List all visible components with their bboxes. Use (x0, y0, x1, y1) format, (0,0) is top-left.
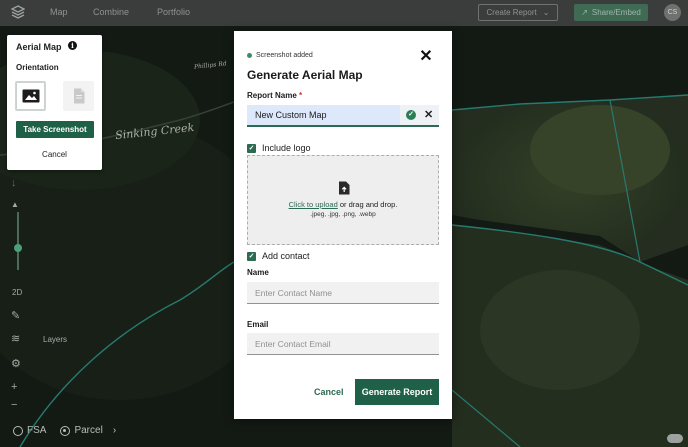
toggle-2d-button[interactable]: 2D (12, 288, 22, 297)
orientation-landscape-button[interactable] (15, 81, 46, 111)
dialog-title: Generate Aerial Map (247, 68, 363, 82)
required-mark: * (299, 91, 303, 100)
add-contact-label: Add contact (262, 251, 310, 261)
contact-email-label: Email (247, 320, 269, 329)
radio-parcel[interactable] (60, 425, 71, 436)
status-dot-icon (247, 53, 252, 58)
avatar[interactable]: CS (664, 4, 681, 21)
boundary-selector: FSA Parcel › (13, 425, 116, 436)
ruler-icon[interactable]: ✎ (11, 310, 20, 322)
logo-dropzone[interactable]: Click to upload or drag and drop. .jpeg,… (247, 155, 439, 245)
nav-combine[interactable]: Combine (93, 7, 129, 17)
clear-icon[interactable]: ✕ (424, 108, 433, 122)
orientation-portrait-button[interactable] (63, 81, 94, 111)
close-icon[interactable]: ✕ (417, 48, 435, 66)
panel-title: Aerial Map (16, 42, 62, 52)
top-nav-bar: Map Combine Portfolio Create Report ⌄ ↗ … (0, 0, 688, 26)
cancel-button[interactable]: Cancel (314, 387, 344, 397)
landscape-image-icon (22, 89, 39, 103)
radio-fsa[interactable] (13, 425, 23, 436)
zoom-out-icon[interactable]: − (11, 399, 17, 411)
aerial-map-panel: Aerial Map i Orientation Take Screenshot… (7, 35, 102, 170)
compass-icon[interactable]: ↓ (11, 177, 17, 189)
settings-icon[interactable]: ⚙ (11, 358, 21, 370)
chevron-right-icon[interactable]: › (113, 425, 116, 436)
info-icon[interactable]: i (68, 41, 77, 50)
status-text: Screenshot added (256, 52, 313, 59)
portrait-document-icon (73, 88, 84, 104)
zoom-slider-handle[interactable] (14, 244, 22, 252)
take-screenshot-button[interactable]: Take Screenshot (16, 121, 94, 138)
radio-fsa-label: FSA (27, 425, 47, 436)
include-logo-label: Include logo (262, 143, 311, 153)
map-toggle[interactable] (667, 434, 683, 443)
add-contact-row[interactable]: ✓ Add contact (247, 251, 310, 261)
orientation-label: Orientation (16, 63, 59, 72)
report-name-label: Report Name * (247, 91, 302, 100)
include-logo-row[interactable]: ✓ Include logo (247, 143, 311, 153)
panel-cancel-button[interactable]: Cancel (7, 150, 102, 159)
accepted-file-types: .jpeg, .jpg, .png, .webp (310, 211, 376, 218)
generate-report-button[interactable]: Generate Report (355, 379, 439, 405)
zoom-in-icon[interactable]: + (11, 381, 17, 393)
report-name-input[interactable]: New Custom Map ✓ ✕ (247, 105, 439, 127)
file-upload-icon (339, 181, 350, 195)
nav-map[interactable]: Map (50, 7, 68, 17)
generate-aerial-map-dialog: Screenshot added ✕ Generate Aerial Map R… (234, 31, 452, 419)
include-logo-checkbox[interactable]: ✓ (247, 143, 256, 153)
radio-parcel-label: Parcel (74, 425, 103, 436)
zoom-up-arrow-icon[interactable]: ▲ (11, 199, 19, 211)
share-label: Share/Embed (591, 8, 641, 17)
contact-name-label: Name (247, 268, 269, 277)
share-icon: ↗ (581, 8, 588, 17)
report-name-label-text: Report Name (247, 91, 297, 100)
chevron-down-icon: ⌄ (542, 8, 550, 17)
create-report-label: Create Report (486, 8, 537, 17)
dropzone-instructions: Click to upload or drag and drop. (248, 200, 438, 209)
nav-portfolio[interactable]: Portfolio (157, 7, 190, 17)
logo-icon[interactable] (10, 5, 26, 19)
report-name-value: New Custom Map (255, 110, 327, 120)
layers-label[interactable]: Layers (43, 335, 67, 344)
contact-name-input[interactable]: Enter Contact Name (247, 282, 439, 304)
click-to-upload-link[interactable]: Click to upload (289, 200, 338, 209)
status-badge: Screenshot added (247, 52, 313, 59)
add-contact-checkbox[interactable]: ✓ (247, 251, 256, 261)
create-report-button[interactable]: Create Report ⌄ (478, 4, 558, 21)
zoom-slider[interactable] (17, 212, 19, 270)
drag-drop-text: or drag and drop. (337, 200, 398, 209)
layers-icon[interactable]: ≋ (11, 333, 20, 345)
contact-email-input[interactable]: Enter Contact Email (247, 333, 439, 355)
share-embed-button[interactable]: ↗ Share/Embed (574, 4, 648, 21)
check-circle-icon: ✓ (406, 110, 416, 120)
